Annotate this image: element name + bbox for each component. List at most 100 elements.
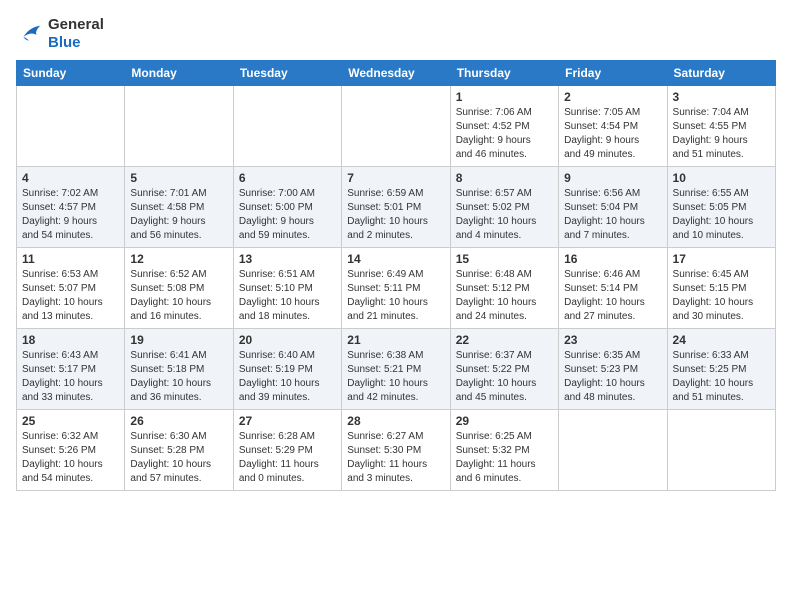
calendar-cell: 1 Sunrise: 7:06 AM Sunset: 4:52 PM Daylig… — [450, 86, 558, 167]
day-info: Sunrise: 6:41 AM Sunset: 5:18 PM Dayligh… — [130, 349, 227, 405]
day-number: 14 — [347, 252, 444, 266]
weekday-header: Wednesday — [342, 61, 450, 86]
calendar-cell: 16 Sunrise: 6:46 AM Sunset: 5:14 PM Dayli… — [559, 248, 667, 329]
day-number: 17 — [673, 252, 770, 266]
day-number: 7 — [347, 171, 444, 185]
calendar-cell: 29 Sunrise: 6:25 AM Sunset: 5:32 PM Dayli… — [450, 410, 558, 491]
day-info: Sunrise: 6:59 AM Sunset: 5:01 PM Dayligh… — [347, 187, 444, 243]
day-info: Sunrise: 6:43 AM Sunset: 5:17 PM Dayligh… — [22, 349, 119, 405]
day-info: Sunrise: 6:30 AM Sunset: 5:28 PM Dayligh… — [130, 430, 227, 486]
page-header: General Blue — [16, 16, 776, 52]
day-info: Sunrise: 6:57 AM Sunset: 5:02 PM Dayligh… — [456, 187, 553, 243]
day-number: 4 — [22, 171, 119, 185]
day-info: Sunrise: 6:32 AM Sunset: 5:26 PM Dayligh… — [22, 430, 119, 486]
calendar-cell: 18 Sunrise: 6:43 AM Sunset: 5:17 PM Dayli… — [17, 329, 125, 410]
day-number: 8 — [456, 171, 553, 185]
calendar-cell: 26 Sunrise: 6:30 AM Sunset: 5:28 PM Dayli… — [125, 410, 233, 491]
day-info: Sunrise: 7:01 AM Sunset: 4:58 PM Dayligh… — [130, 187, 227, 243]
day-info: Sunrise: 6:53 AM Sunset: 5:07 PM Dayligh… — [22, 268, 119, 324]
day-number: 3 — [673, 90, 770, 104]
day-info: Sunrise: 7:02 AM Sunset: 4:57 PM Dayligh… — [22, 187, 119, 243]
day-info: Sunrise: 6:56 AM Sunset: 5:04 PM Dayligh… — [564, 187, 661, 243]
calendar-cell: 25 Sunrise: 6:32 AM Sunset: 5:26 PM Dayli… — [17, 410, 125, 491]
day-info: Sunrise: 6:45 AM Sunset: 5:15 PM Dayligh… — [673, 268, 770, 324]
calendar-week-row: 1 Sunrise: 7:06 AM Sunset: 4:52 PM Daylig… — [17, 86, 776, 167]
calendar-cell — [233, 86, 341, 167]
day-number: 9 — [564, 171, 661, 185]
calendar-cell: 8 Sunrise: 6:57 AM Sunset: 5:02 PM Daylig… — [450, 167, 558, 248]
day-number: 5 — [130, 171, 227, 185]
calendar-cell: 3Sunrise: 7:04 AM Sunset: 4:55 PM Daylig… — [667, 86, 775, 167]
day-number: 23 — [564, 333, 661, 347]
day-number: 6 — [239, 171, 336, 185]
day-info: Sunrise: 6:51 AM Sunset: 5:10 PM Dayligh… — [239, 268, 336, 324]
day-number: 24 — [673, 333, 770, 347]
calendar-cell: 14Sunrise: 6:49 AM Sunset: 5:11 PM Dayli… — [342, 248, 450, 329]
logo-icon — [16, 20, 44, 48]
calendar-cell: 12 Sunrise: 6:52 AM Sunset: 5:08 PM Dayli… — [125, 248, 233, 329]
calendar-cell — [17, 86, 125, 167]
calendar-cell: 2 Sunrise: 7:05 AM Sunset: 4:54 PM Daylig… — [559, 86, 667, 167]
day-number: 26 — [130, 414, 227, 428]
day-number: 29 — [456, 414, 553, 428]
day-info: Sunrise: 6:52 AM Sunset: 5:08 PM Dayligh… — [130, 268, 227, 324]
calendar-cell: 22Sunrise: 6:37 AM Sunset: 5:22 PM Dayli… — [450, 329, 558, 410]
day-number: 10 — [673, 171, 770, 185]
calendar-cell — [125, 86, 233, 167]
day-number: 27 — [239, 414, 336, 428]
logo-text: General Blue — [48, 16, 104, 52]
day-info: Sunrise: 6:55 AM Sunset: 5:05 PM Dayligh… — [673, 187, 770, 243]
day-info: Sunrise: 6:28 AM Sunset: 5:29 PM Dayligh… — [239, 430, 336, 486]
day-number: 28 — [347, 414, 444, 428]
calendar-cell: 10 Sunrise: 6:55 AM Sunset: 5:05 PM Dayli… — [667, 167, 775, 248]
day-number: 25 — [22, 414, 119, 428]
day-info: Sunrise: 6:27 AM Sunset: 5:30 PM Dayligh… — [347, 430, 444, 486]
day-info: Sunrise: 6:40 AM Sunset: 5:19 PM Dayligh… — [239, 349, 336, 405]
calendar-cell: 19 Sunrise: 6:41 AM Sunset: 5:18 PM Dayli… — [125, 329, 233, 410]
calendar-cell: 11 Sunrise: 6:53 AM Sunset: 5:07 PM Dayli… — [17, 248, 125, 329]
day-number: 2 — [564, 90, 661, 104]
day-number: 13 — [239, 252, 336, 266]
weekday-header-row: SundayMondayTuesdayWednesdayThursdayFrid… — [17, 61, 776, 86]
day-info: Sunrise: 7:06 AM Sunset: 4:52 PM Dayligh… — [456, 106, 553, 162]
day-info: Sunrise: 6:38 AM Sunset: 5:21 PM Dayligh… — [347, 349, 444, 405]
calendar-cell: 13 Sunrise: 6:51 AM Sunset: 5:10 PM Dayli… — [233, 248, 341, 329]
calendar-cell: 6 Sunrise: 7:00 AM Sunset: 5:00 PM Daylig… — [233, 167, 341, 248]
day-number: 20 — [239, 333, 336, 347]
calendar-cell: 5 Sunrise: 7:01 AM Sunset: 4:58 PM Daylig… — [125, 167, 233, 248]
logo: General Blue — [16, 16, 104, 52]
weekday-header: Friday — [559, 61, 667, 86]
day-number: 12 — [130, 252, 227, 266]
calendar-cell: 28 Sunrise: 6:27 AM Sunset: 5:30 PM Dayli… — [342, 410, 450, 491]
calendar-cell: 4 Sunrise: 7:02 AM Sunset: 4:57 PM Daylig… — [17, 167, 125, 248]
day-number: 1 — [456, 90, 553, 104]
weekday-header: Tuesday — [233, 61, 341, 86]
weekday-header: Sunday — [17, 61, 125, 86]
calendar-cell: 21 Sunrise: 6:38 AM Sunset: 5:21 PM Dayli… — [342, 329, 450, 410]
calendar-table: SundayMondayTuesdayWednesdayThursdayFrid… — [16, 60, 776, 491]
calendar-cell: 17 Sunrise: 6:45 AM Sunset: 5:15 PM Dayli… — [667, 248, 775, 329]
day-info: Sunrise: 6:48 AM Sunset: 5:12 PM Dayligh… — [456, 268, 553, 324]
calendar-week-row: 11 Sunrise: 6:53 AM Sunset: 5:07 PM Dayli… — [17, 248, 776, 329]
day-info: Sunrise: 6:33 AM Sunset: 5:25 PM Dayligh… — [673, 349, 770, 405]
calendar-cell: 24 Sunrise: 6:33 AM Sunset: 5:25 PM Dayli… — [667, 329, 775, 410]
day-info: Sunrise: 6:25 AM Sunset: 5:32 PM Dayligh… — [456, 430, 553, 486]
day-number: 15 — [456, 252, 553, 266]
calendar-cell: 15 Sunrise: 6:48 AM Sunset: 5:12 PM Dayli… — [450, 248, 558, 329]
calendar-week-row: 25 Sunrise: 6:32 AM Sunset: 5:26 PM Dayli… — [17, 410, 776, 491]
calendar-cell — [342, 86, 450, 167]
calendar-cell: 7 Sunrise: 6:59 AM Sunset: 5:01 PM Daylig… — [342, 167, 450, 248]
day-number: 16 — [564, 252, 661, 266]
day-number: 18 — [22, 333, 119, 347]
day-info: Sunrise: 6:46 AM Sunset: 5:14 PM Dayligh… — [564, 268, 661, 324]
day-number: 19 — [130, 333, 227, 347]
day-info: Sunrise: 7:00 AM Sunset: 5:00 PM Dayligh… — [239, 187, 336, 243]
weekday-header: Monday — [125, 61, 233, 86]
weekday-header: Thursday — [450, 61, 558, 86]
day-info: Sunrise: 6:35 AM Sunset: 5:23 PM Dayligh… — [564, 349, 661, 405]
day-info: Sunrise: 6:37 AM Sunset: 5:22 PM Dayligh… — [456, 349, 553, 405]
calendar-week-row: 18 Sunrise: 6:43 AM Sunset: 5:17 PM Dayli… — [17, 329, 776, 410]
day-info: Sunrise: 7:05 AM Sunset: 4:54 PM Dayligh… — [564, 106, 661, 162]
day-number: 21 — [347, 333, 444, 347]
day-number: 11 — [22, 252, 119, 266]
